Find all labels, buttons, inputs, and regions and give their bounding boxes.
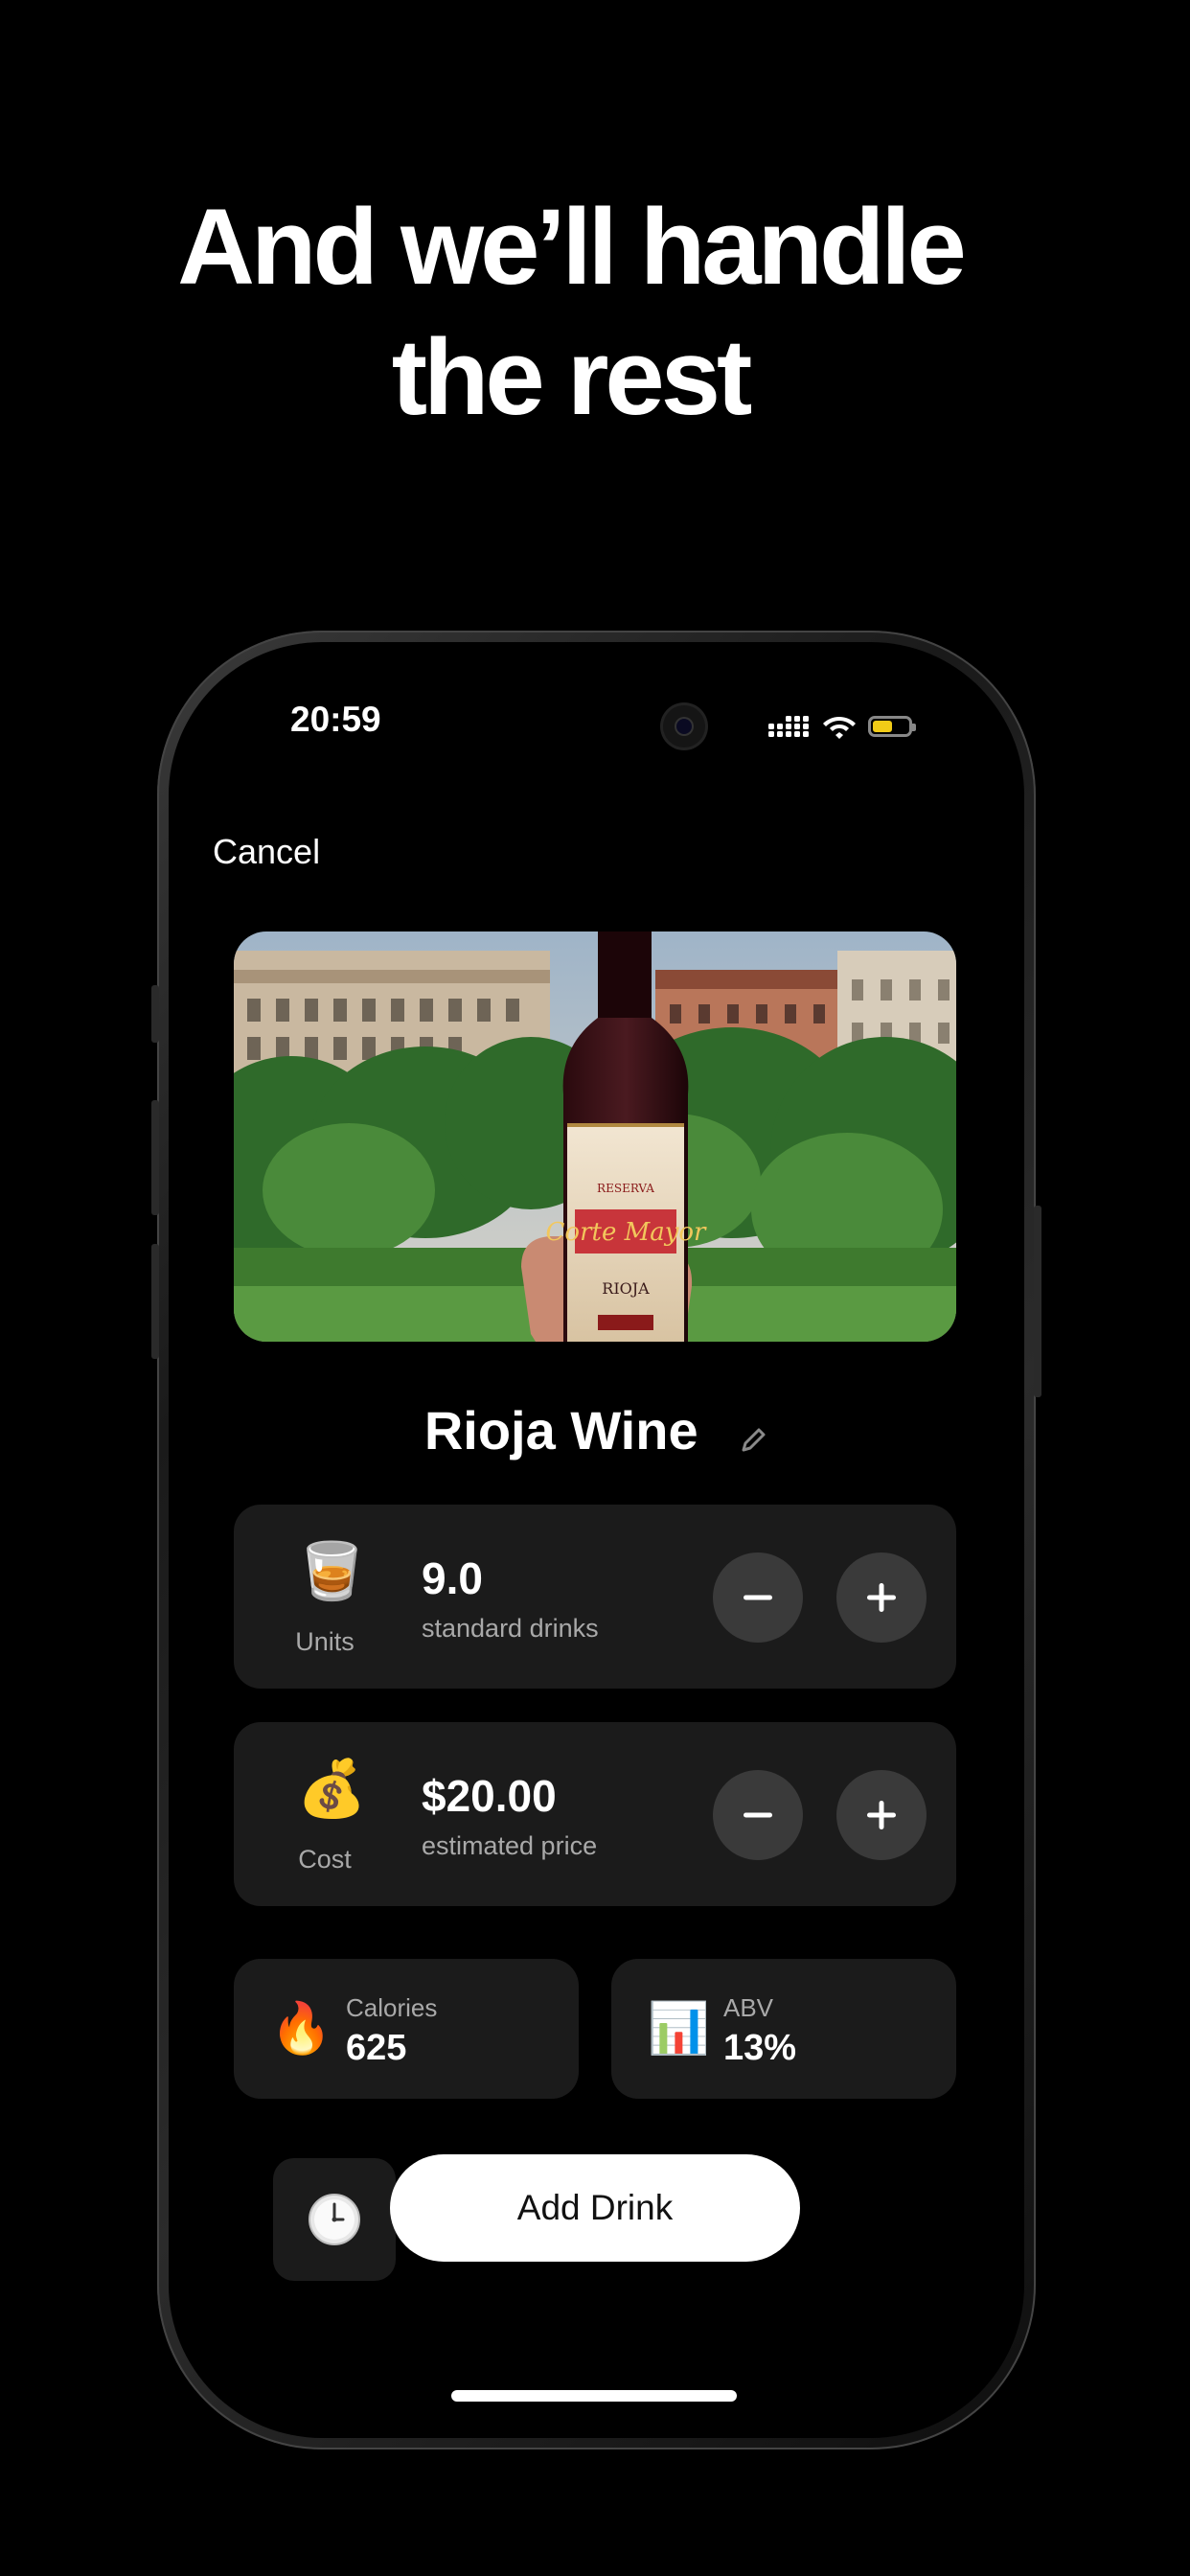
calories-value: 625 bbox=[346, 2028, 407, 2068]
abv-label: ABV bbox=[723, 1993, 774, 2022]
tumbler-glass-icon: 🥃 bbox=[297, 1540, 367, 1602]
cost-label: Cost bbox=[298, 1845, 352, 1874]
calories-label: Calories bbox=[346, 1993, 438, 2022]
cost-card: 💰 Cost $20.00 estimated price bbox=[234, 1722, 956, 1906]
units-subtitle: standard drinks bbox=[422, 1614, 599, 1643]
minus-icon bbox=[744, 1595, 772, 1600]
clock-icon bbox=[309, 2194, 360, 2245]
phone-frame: 20:59 Cancel RESERVA Corte Mayor RIOJA R… bbox=[151, 631, 1041, 2450]
action-button bbox=[151, 985, 159, 1043]
units-card: 🥃 Units 9.0 standard drinks bbox=[234, 1505, 956, 1689]
wifi-icon bbox=[823, 717, 856, 739]
headline-line-1: And we’ll handle bbox=[177, 187, 967, 307]
cost-decrement-button[interactable] bbox=[713, 1770, 803, 1860]
svg-text:RESERVA: RESERVA bbox=[597, 1182, 654, 1195]
cost-increment-button[interactable] bbox=[836, 1770, 927, 1860]
status-time: 20:59 bbox=[290, 700, 381, 739]
drink-title-row: Rioja Wine bbox=[169, 1399, 1024, 1466]
headline-line-2: the rest bbox=[391, 317, 753, 437]
pencil-icon[interactable] bbox=[740, 1404, 768, 1466]
abv-value: 13% bbox=[723, 2028, 797, 2068]
headline: And we’ll handle the rest bbox=[0, 182, 1140, 443]
units-label: Units bbox=[295, 1627, 355, 1656]
battery-icon bbox=[868, 716, 916, 737]
cancel-button[interactable]: Cancel bbox=[213, 832, 320, 872]
cellular-signal-icon bbox=[768, 716, 809, 737]
home-indicator[interactable] bbox=[451, 2390, 737, 2402]
plus-icon bbox=[867, 1583, 896, 1612]
svg-text:Corte Mayor: Corte Mayor bbox=[546, 1218, 708, 1247]
power-button bbox=[1034, 1206, 1041, 1397]
abv-card: 📊 ABV 13% bbox=[611, 1959, 956, 2099]
plus-icon bbox=[867, 1801, 896, 1829]
bar-chart-icon: 📊 bbox=[648, 2001, 710, 2057]
front-camera bbox=[663, 705, 705, 748]
calories-card: 🔥 Calories 625 bbox=[234, 1959, 579, 2099]
volume-down-button bbox=[151, 1244, 159, 1359]
volume-up-button bbox=[151, 1100, 159, 1215]
units-value: 9.0 bbox=[422, 1553, 483, 1603]
phone-screen: 20:59 Cancel RESERVA Corte Mayor RIOJA R… bbox=[169, 642, 1024, 2438]
money-bag-icon: 💰 bbox=[297, 1758, 367, 1820]
wine-bottle-photo: RESERVA Corte Mayor RIOJA bbox=[234, 932, 956, 1342]
drink-name: Rioja Wine bbox=[423, 1400, 698, 1460]
minus-icon bbox=[744, 1812, 772, 1818]
time-picker-button[interactable] bbox=[273, 2158, 396, 2281]
units-increment-button[interactable] bbox=[836, 1552, 927, 1643]
add-drink-button[interactable]: Add Drink bbox=[390, 2154, 800, 2262]
cost-subtitle: estimated price bbox=[422, 1831, 598, 1860]
status-icons bbox=[768, 713, 916, 740]
fire-icon: 🔥 bbox=[270, 2001, 332, 2057]
units-decrement-button[interactable] bbox=[713, 1552, 803, 1643]
cost-value: $20.00 bbox=[422, 1771, 557, 1821]
svg-text:RIOJA: RIOJA bbox=[602, 1279, 650, 1298]
drink-photo: RESERVA Corte Mayor RIOJA bbox=[234, 932, 956, 1342]
battery-level bbox=[873, 721, 892, 732]
